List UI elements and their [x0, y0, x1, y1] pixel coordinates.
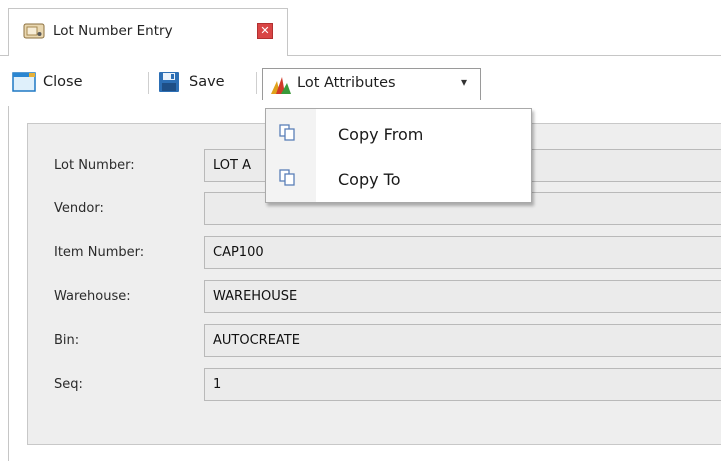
window-icon	[12, 72, 36, 92]
vendor-label: Vendor:	[54, 201, 104, 216]
copy-icon	[279, 124, 295, 141]
chevron-down-icon: ▾	[461, 75, 468, 89]
toolbar-separator	[256, 72, 257, 94]
close-button-label: Close	[43, 74, 83, 90]
lot-number-value: LOT A	[213, 158, 251, 173]
menu-item-label: Copy From	[338, 125, 424, 144]
lot-number-label: Lot Number:	[54, 158, 135, 173]
item-number-value: CAP100	[213, 245, 264, 260]
menu-item-label: Copy To	[338, 170, 401, 189]
item-number-field[interactable]: CAP100	[204, 236, 721, 269]
save-button-label: Save	[189, 74, 225, 90]
save-icon	[159, 72, 179, 92]
close-icon[interactable]: ✕	[257, 23, 273, 39]
seq-label: Seq:	[54, 377, 83, 392]
lot-attributes-label: Lot Attributes	[297, 75, 396, 91]
save-button[interactable]: Save	[158, 68, 248, 96]
warehouse-label: Warehouse:	[54, 289, 131, 304]
close-button[interactable]: Close	[12, 68, 132, 96]
bin-label: Bin:	[54, 333, 80, 348]
tab-lot-number-entry[interactable]: Lot Number Entry ✕	[8, 8, 288, 56]
toolbar: Close Save Lot Attributes ▾	[0, 56, 721, 106]
menu-item-copy-from[interactable]: Copy From	[266, 112, 531, 156]
menu-item-copy-to[interactable]: Copy To	[266, 157, 531, 201]
copy-icon	[279, 169, 295, 186]
seq-value: 1	[213, 377, 222, 392]
seq-field[interactable]: 1	[204, 368, 721, 401]
lot-attributes-menu: Copy From Copy To	[265, 108, 532, 203]
bin-value: AUTOCREATE	[213, 333, 300, 348]
toolbar-separator	[148, 72, 149, 94]
form-icon	[23, 23, 45, 39]
item-number-label: Item Number:	[54, 245, 145, 260]
chart-icon	[271, 77, 291, 94]
tab-bar: Lot Number Entry ✕	[0, 0, 721, 56]
bin-field[interactable]: AUTOCREATE	[204, 324, 721, 357]
lot-attributes-dropdown-button[interactable]: Lot Attributes ▾	[262, 68, 481, 100]
warehouse-field[interactable]: WAREHOUSE	[204, 280, 721, 313]
tab-title: Lot Number Entry	[53, 23, 173, 39]
warehouse-value: WAREHOUSE	[213, 289, 298, 304]
